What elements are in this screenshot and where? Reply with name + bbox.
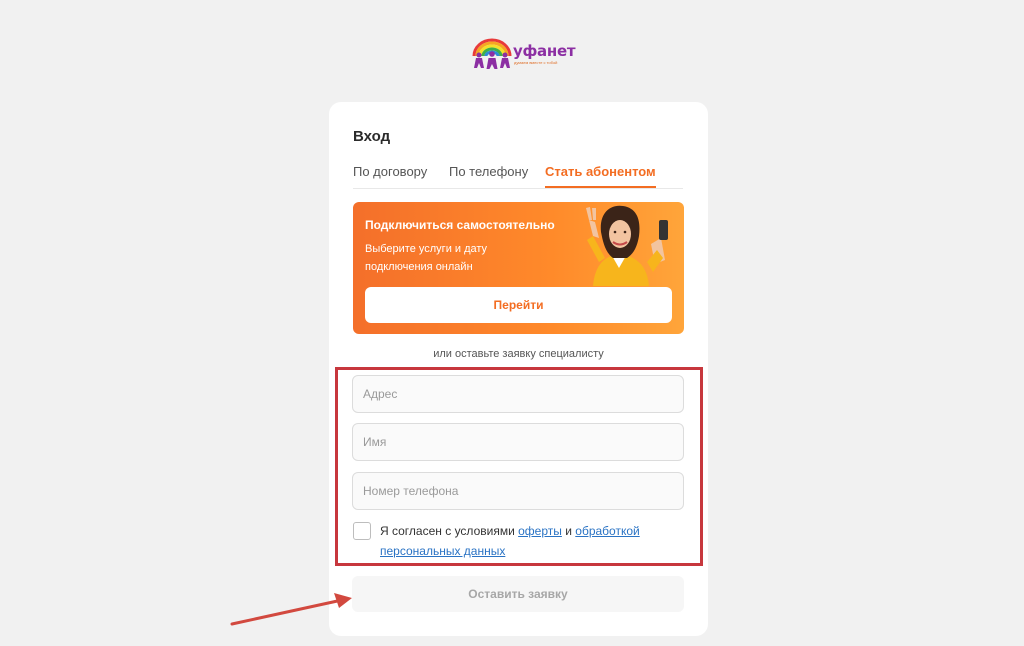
self-connect-banner: Подключиться самостоятельно Выберите усл… xyxy=(353,202,684,334)
rainbow-people-icon xyxy=(472,38,512,69)
consent-row: Я согласен с условиями оферты и обработк… xyxy=(353,522,673,562)
consent-checkbox[interactable] xyxy=(353,522,371,540)
tab-become-subscriber[interactable]: Стать абонентом xyxy=(545,164,656,188)
consent-text: Я согласен с условиями оферты и обработк… xyxy=(380,521,670,561)
consent-and: и xyxy=(565,524,572,538)
promo-text: Выберите услуги и дату подключения онлай… xyxy=(365,243,488,273)
ufanet-logo[interactable]: уфанет думаем вместе с тобой xyxy=(470,36,580,72)
leave-request-caption: или оставьте заявку специалисту xyxy=(433,348,604,360)
logo-tagline: думаем вместе с тобой xyxy=(514,60,558,65)
address-input[interactable] xyxy=(352,375,684,413)
promo-title: Подключиться самостоятельно xyxy=(365,218,555,232)
login-card: Вход По договору По телефону Стать абоне… xyxy=(329,102,708,636)
pointer-arrow-icon xyxy=(230,593,352,626)
logo-wordmark: уфанет xyxy=(513,42,576,60)
tab-by-phone[interactable]: По телефону xyxy=(449,164,528,186)
promo-girl-image xyxy=(586,205,668,286)
login-tabs: По договору По телефону Стать абонентом xyxy=(353,164,683,189)
offer-link[interactable]: оферты xyxy=(518,524,562,538)
consent-prefix: Я согласен с условиями xyxy=(380,524,515,538)
name-input[interactable] xyxy=(352,423,684,461)
go-button[interactable]: Перейти xyxy=(365,287,672,323)
phone-input[interactable] xyxy=(352,472,684,510)
card-title: Вход xyxy=(353,128,391,145)
tab-by-contract[interactable]: По договору xyxy=(353,164,427,186)
submit-request-button[interactable]: Оставить заявку xyxy=(352,576,684,612)
